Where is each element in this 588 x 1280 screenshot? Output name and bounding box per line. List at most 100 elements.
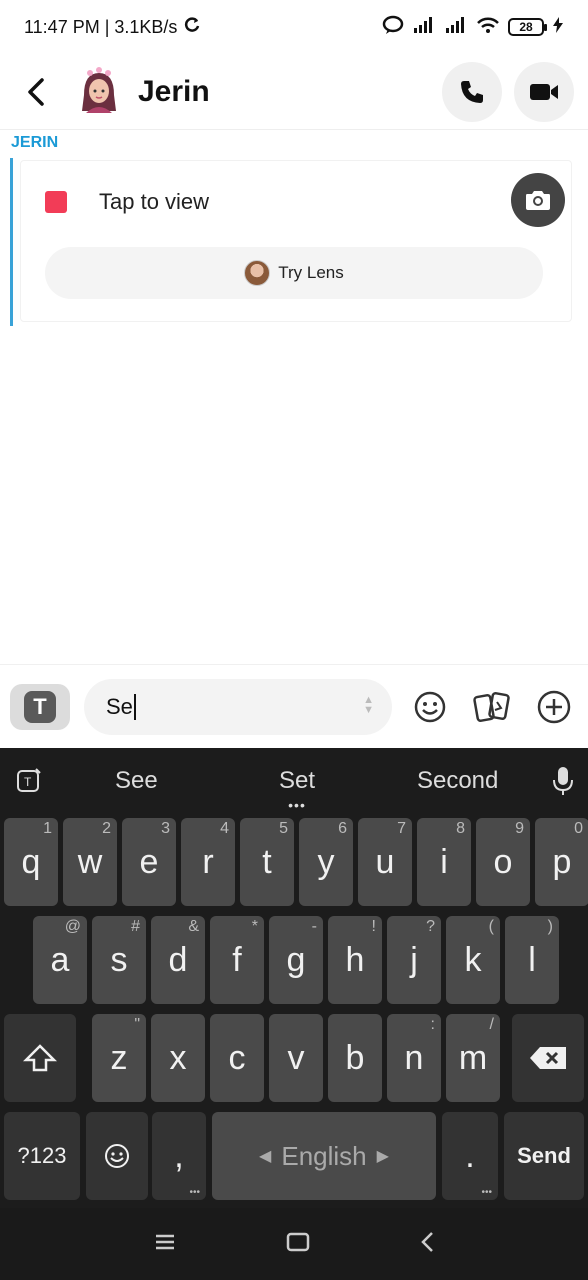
voice-call-button[interactable] bbox=[442, 61, 502, 122]
key-secondary-label: @ bbox=[64, 918, 81, 935]
reply-camera-button[interactable] bbox=[511, 173, 565, 227]
key-e[interactable]: e3 bbox=[122, 818, 176, 906]
key-secondary-label: 2 bbox=[102, 820, 111, 837]
key-z[interactable]: z " bbox=[92, 1014, 146, 1102]
period-key[interactable]: . ••• bbox=[442, 1112, 498, 1200]
key-secondary-label: ) bbox=[547, 918, 553, 935]
shift-key[interactable] bbox=[4, 1014, 76, 1102]
chat-header: Jerin bbox=[0, 54, 588, 130]
key-secondary-label: 3 bbox=[161, 820, 170, 837]
key-r[interactable]: r4 bbox=[181, 818, 235, 906]
status-bar: 11:47 PM | 3.1KB/s 28 bbox=[0, 0, 588, 54]
key-label: c bbox=[228, 1038, 246, 1077]
back-button[interactable] bbox=[14, 70, 58, 114]
chevron-left-icon bbox=[28, 77, 44, 106]
emoji-button[interactable] bbox=[410, 687, 450, 727]
avatar[interactable] bbox=[76, 66, 122, 115]
key-label: g bbox=[286, 940, 306, 979]
key-i[interactable]: i8 bbox=[417, 818, 471, 906]
add-button[interactable] bbox=[534, 687, 574, 727]
key-label: a bbox=[50, 940, 70, 979]
key-secondary-label: 9 bbox=[515, 820, 524, 837]
key-m[interactable]: m / bbox=[446, 1014, 500, 1102]
key-a[interactable]: a @ bbox=[33, 916, 87, 1004]
suggestion-2[interactable]: Set ••• bbox=[217, 767, 378, 813]
key-y[interactable]: y6 bbox=[299, 818, 353, 906]
key-j[interactable]: j? bbox=[387, 916, 441, 1004]
key-label: k bbox=[464, 940, 482, 979]
key-row-3: z " x c v b n: m / bbox=[0, 1014, 588, 1104]
key-n[interactable]: n: bbox=[387, 1014, 441, 1102]
sync-icon bbox=[183, 16, 201, 39]
try-lens-label: Try Lens bbox=[278, 263, 344, 282]
voice-input-button[interactable] bbox=[538, 766, 588, 796]
backspace-icon bbox=[530, 1047, 566, 1069]
more-punctuation-icon: ••• bbox=[189, 1187, 200, 1198]
key-secondary-label: * bbox=[251, 918, 258, 935]
key-secondary-label: / bbox=[489, 1016, 494, 1033]
text-style-button[interactable]: T bbox=[10, 683, 70, 730]
key-q[interactable]: q1 bbox=[4, 818, 58, 906]
tap-to-view-label[interactable]: Tap to view bbox=[99, 189, 209, 215]
send-key[interactable]: Send bbox=[504, 1112, 584, 1200]
key-secondary-label: # bbox=[131, 918, 140, 935]
key-label: d bbox=[168, 940, 188, 979]
translate-button[interactable]: T bbox=[0, 767, 56, 795]
key-secondary-label: 4 bbox=[220, 820, 229, 837]
refresh-text-icon: T bbox=[17, 768, 41, 792]
home-button[interactable] bbox=[286, 1232, 310, 1257]
key-secondary-label: : bbox=[430, 1016, 435, 1033]
more-suggestions-icon: ••• bbox=[288, 797, 306, 813]
key-p[interactable]: p0 bbox=[535, 818, 588, 906]
soft-keyboard: T See Set ••• Second q1w2e3r4t5y6u7i8o9p0… bbox=[0, 748, 588, 1208]
key-t[interactable]: t5 bbox=[240, 818, 294, 906]
key-label: m bbox=[458, 1038, 488, 1077]
snap-message[interactable]: Tap to view Try Lens bbox=[20, 160, 572, 322]
key-label: r bbox=[202, 842, 214, 881]
key-d[interactable]: d & bbox=[151, 916, 205, 1004]
key-l[interactable]: l) bbox=[505, 916, 559, 1004]
key-f[interactable]: f * bbox=[210, 916, 264, 1004]
suggestion-3[interactable]: Second bbox=[377, 767, 538, 795]
key-label: z bbox=[110, 1038, 128, 1077]
chat-input[interactable]: Se ▲ ▼ bbox=[84, 678, 392, 735]
key-o[interactable]: o9 bbox=[476, 818, 530, 906]
key-c[interactable]: c bbox=[210, 1014, 264, 1102]
symbols-key[interactable]: ?123 bbox=[4, 1112, 80, 1200]
plus-circle-icon bbox=[537, 690, 571, 723]
emoji-key[interactable] bbox=[86, 1112, 148, 1200]
chat-bubble-icon bbox=[382, 15, 404, 40]
key-s[interactable]: s # bbox=[92, 916, 146, 1004]
key-label: o bbox=[493, 842, 513, 881]
menu-button[interactable] bbox=[154, 1233, 176, 1256]
key-b[interactable]: b bbox=[328, 1014, 382, 1102]
space-key[interactable]: ◀ English ▶ bbox=[212, 1112, 436, 1200]
composer-bar: T Se ▲ ▼ bbox=[0, 664, 588, 748]
key-secondary-label: 7 bbox=[397, 820, 406, 837]
key-label: n bbox=[404, 1038, 424, 1077]
key-g[interactable]: g- bbox=[269, 916, 323, 1004]
key-x[interactable]: x bbox=[151, 1014, 205, 1102]
back-arrow-icon bbox=[421, 1231, 433, 1252]
key-label: j bbox=[410, 940, 418, 979]
backspace-key[interactable] bbox=[512, 1014, 584, 1102]
key-v[interactable]: v bbox=[269, 1014, 323, 1102]
key-u[interactable]: u7 bbox=[358, 818, 412, 906]
try-lens-button[interactable]: Try Lens bbox=[45, 247, 543, 299]
contact-name[interactable]: Jerin bbox=[138, 75, 210, 109]
signal-icon-1 bbox=[412, 16, 436, 39]
suggestion-1[interactable]: See bbox=[56, 767, 217, 795]
key-secondary-label: 6 bbox=[338, 820, 347, 837]
key-w[interactable]: w2 bbox=[63, 818, 117, 906]
nav-back-button[interactable] bbox=[420, 1231, 434, 1258]
key-secondary-label: 5 bbox=[279, 820, 288, 837]
battery-icon: 28 bbox=[508, 18, 547, 36]
comma-key[interactable]: , ••• bbox=[152, 1112, 206, 1200]
stickers-button[interactable] bbox=[472, 687, 512, 727]
menu-icon bbox=[156, 1234, 174, 1249]
video-call-button[interactable] bbox=[514, 61, 574, 122]
key-k[interactable]: k( bbox=[446, 916, 500, 1004]
key-h[interactable]: h! bbox=[328, 916, 382, 1004]
wifi-icon bbox=[476, 16, 500, 39]
expand-input-icon[interactable]: ▲ ▼ bbox=[363, 694, 374, 715]
